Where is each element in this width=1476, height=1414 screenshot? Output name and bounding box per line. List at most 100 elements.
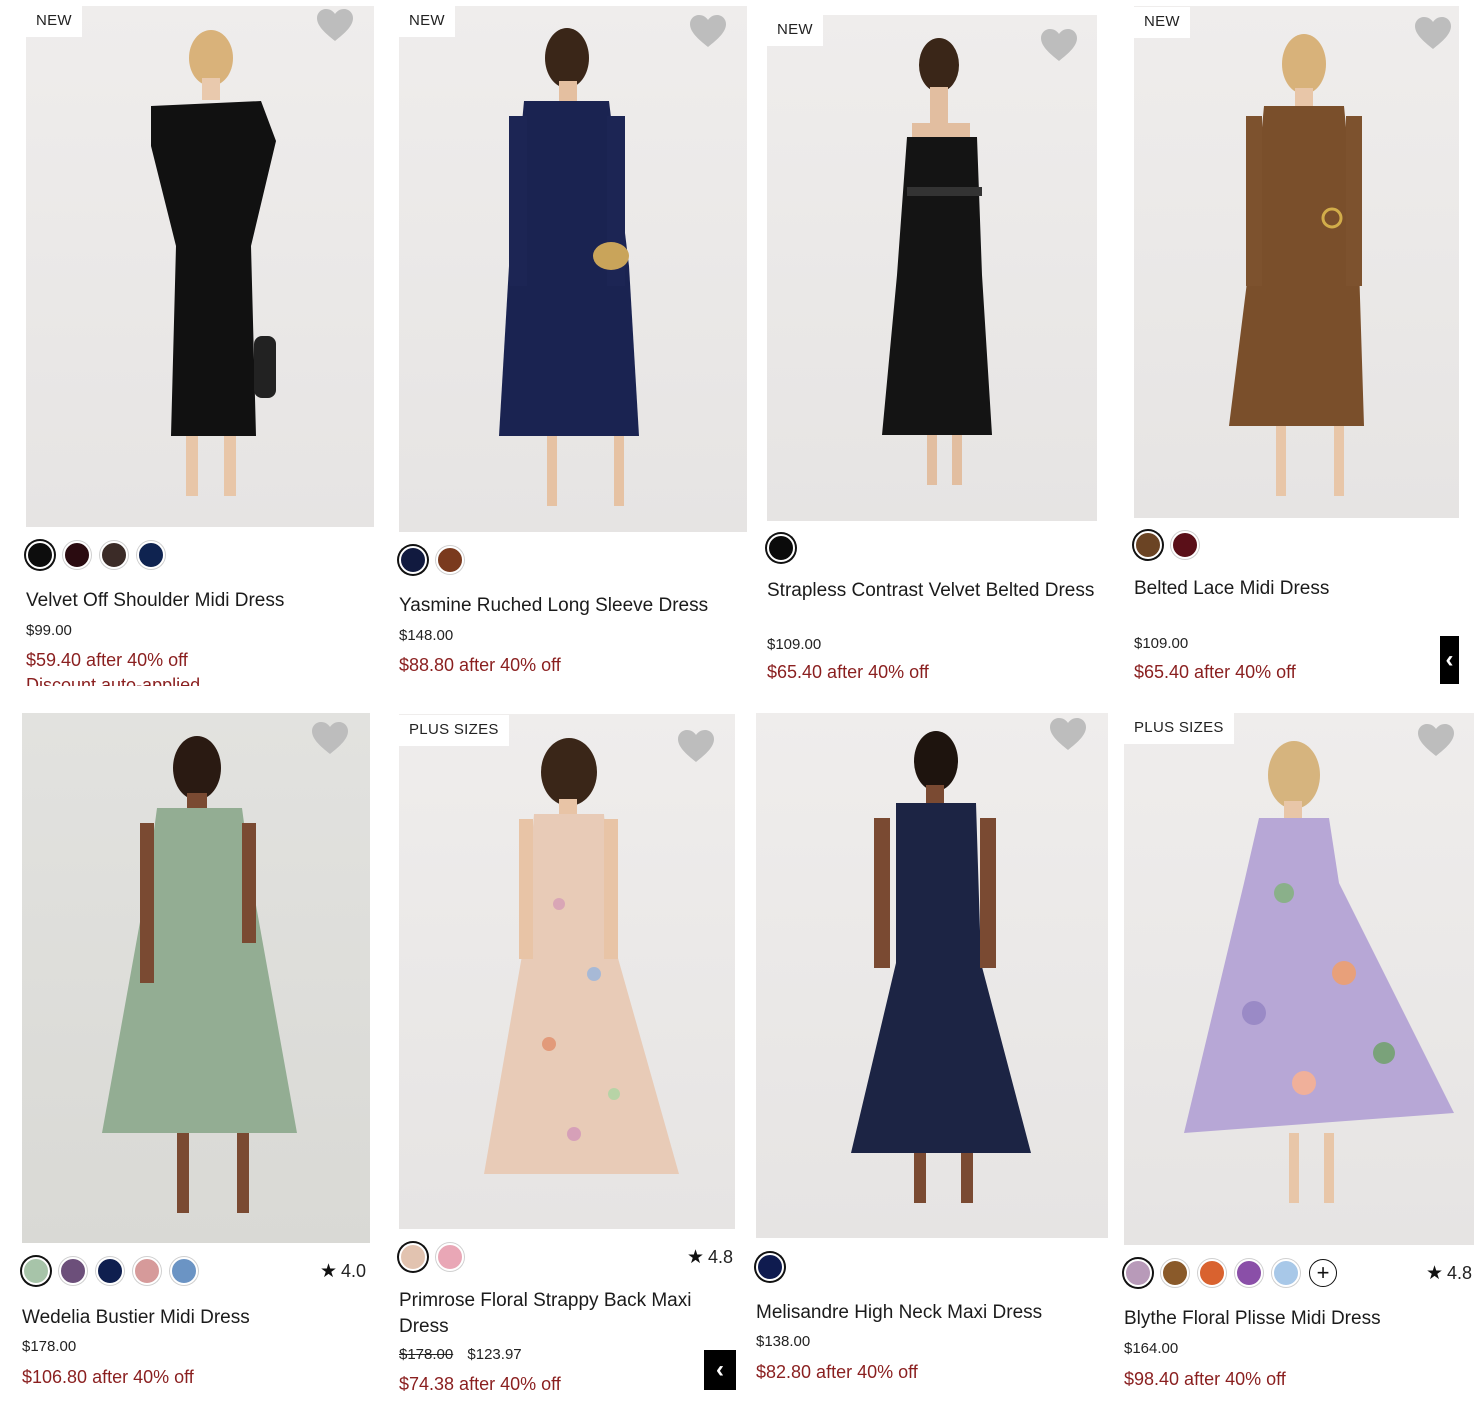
sale-price: $82.80 after 40% off [756,1362,918,1382]
more-colors-button[interactable]: + [1309,1259,1337,1287]
color-swatch[interactable] [63,541,91,569]
sale-price: $65.40 after 40% off [1134,662,1296,682]
product-image[interactable]: PLUS SIZES [399,714,735,1229]
color-swatches [1134,528,1199,562]
new-badge: NEW [1134,7,1190,38]
sale-price: $59.40 after 40% off [26,650,188,670]
color-swatches [756,1250,784,1284]
product-price: $178.00 [22,1338,77,1355]
product-card[interactable]: PLUS SIZES ★ 4.8 Primrose Floral Strappy… [399,714,735,1394]
chat-tab[interactable]: ‹ [1440,636,1459,684]
star-icon: ★ [320,1261,338,1282]
color-swatch[interactable] [1272,1259,1300,1287]
product-name[interactable]: Strapless Contrast Velvet Belted Dress [767,578,1094,604]
color-swatch[interactable] [96,1257,124,1285]
product-image[interactable]: NEW [26,6,374,527]
product-image[interactable]: NEW [399,6,747,532]
product-card[interactable]: NEW Belted Lace Midi Dress $109.00 $65.4… [1134,6,1459,686]
sale-price: $65.40 after 40% off [767,662,929,682]
rating: ★ 4.0 [320,1260,366,1283]
color-swatches: + [1124,1256,1337,1290]
color-swatch[interactable] [399,1243,427,1271]
product-card[interactable]: PLUS SIZES + ★ 4.8 Blythe Floral Plisse … [1124,713,1474,1393]
model-image [484,738,679,1174]
color-swatch[interactable] [133,1257,161,1285]
color-swatch[interactable] [436,546,464,574]
product-name[interactable]: Belted Lace Midi Dress [1134,576,1329,602]
rating-value: 4.8 [708,1247,734,1267]
discount-note: Discount auto-applied [26,676,201,686]
product-card[interactable]: NEW Strapless Contrast Velvet Belted Dre… [767,15,1097,690]
heart-icon[interactable] [1039,28,1079,64]
product-name[interactable]: Wedelia Bustier Midi Dress [22,1305,250,1331]
product-price: $178.00 $123.97 [399,1346,522,1363]
chat-tab[interactable]: ‹ [704,1350,736,1390]
color-swatch[interactable] [1235,1259,1263,1287]
color-swatch[interactable] [436,1243,464,1271]
color-swatch[interactable] [1198,1259,1226,1287]
color-swatch[interactable] [1134,531,1162,559]
model-image [499,28,639,506]
new-badge: NEW [26,6,82,37]
color-swatch[interactable] [756,1253,784,1281]
heart-icon[interactable] [1416,723,1456,759]
product-name[interactable]: Yasmine Ruched Long Sleeve Dress [399,593,708,619]
product-card[interactable]: ★ 4.0 Wedelia Bustier Midi Dress $178.00… [22,713,370,1393]
product-image[interactable]: NEW [1134,6,1459,518]
product-name[interactable]: Blythe Floral Plisse Midi Dress [1124,1306,1381,1332]
product-price: $109.00 [767,636,822,653]
sale-price: $106.80 after 40% off [22,1367,194,1387]
color-swatch[interactable] [26,541,54,569]
heart-icon[interactable] [1048,717,1088,753]
product-card[interactable]: NEW Yasmine Ruched Long Sleeve Dress $14… [399,6,747,686]
chat-icon: ‹ [1445,646,1454,673]
model-image [1184,741,1454,1203]
color-swatches [767,531,795,565]
color-swatches [22,1254,198,1288]
product-price: $164.00 [1124,1340,1179,1357]
heart-icon[interactable] [688,14,728,50]
heart-icon[interactable] [315,8,355,44]
product-card[interactable]: NEW Velvet Off Shoulder Midi Dress $99.0… [26,6,374,686]
color-swatch[interactable] [170,1257,198,1285]
color-swatch[interactable] [767,534,795,562]
product-image[interactable]: PLUS SIZES [1124,713,1474,1245]
product-image[interactable] [22,713,370,1243]
color-swatch[interactable] [59,1257,87,1285]
current-price: $123.97 [467,1346,522,1363]
heart-icon[interactable] [676,729,716,765]
heart-icon[interactable] [1413,16,1453,52]
model-image [1229,34,1364,496]
color-swatch[interactable] [1161,1259,1189,1287]
new-badge: NEW [767,15,823,46]
rating-value: 4.8 [1447,1263,1473,1283]
product-image[interactable]: NEW [767,15,1097,521]
color-swatch[interactable] [1171,531,1199,559]
product-card[interactable]: Melisandre High Neck Maxi Dress $138.00 … [756,713,1108,1393]
heart-icon[interactable] [310,721,350,757]
star-icon: ★ [687,1247,705,1268]
color-swatch[interactable] [22,1257,50,1285]
model-image [882,38,992,485]
plus-sizes-badge: PLUS SIZES [399,715,509,746]
product-name[interactable]: Velvet Off Shoulder Midi Dress [26,588,284,614]
color-swatch[interactable] [137,541,165,569]
chat-icon: ‹ [716,1356,724,1383]
color-swatches [399,1240,464,1274]
product-name[interactable]: Primrose Floral Strappy Back Maxi Dress [399,1288,699,1340]
original-price: $178.00 [399,1346,454,1363]
color-swatch[interactable] [1124,1259,1152,1287]
sale-price: $74.38 after 40% off [399,1374,561,1391]
product-price: $99.00 [26,622,72,639]
product-image[interactable] [756,713,1108,1238]
model-image [851,731,1031,1203]
color-swatch[interactable] [399,546,427,574]
product-name[interactable]: Melisandre High Neck Maxi Dress [756,1300,1042,1326]
product-price: $138.00 [756,1333,811,1350]
color-swatch[interactable] [100,541,128,569]
product-price: $148.00 [399,627,454,644]
sale-price: $98.40 after 40% off [1124,1369,1286,1389]
model-image [151,30,276,496]
color-swatches [399,543,464,577]
new-badge: NEW [399,6,455,37]
